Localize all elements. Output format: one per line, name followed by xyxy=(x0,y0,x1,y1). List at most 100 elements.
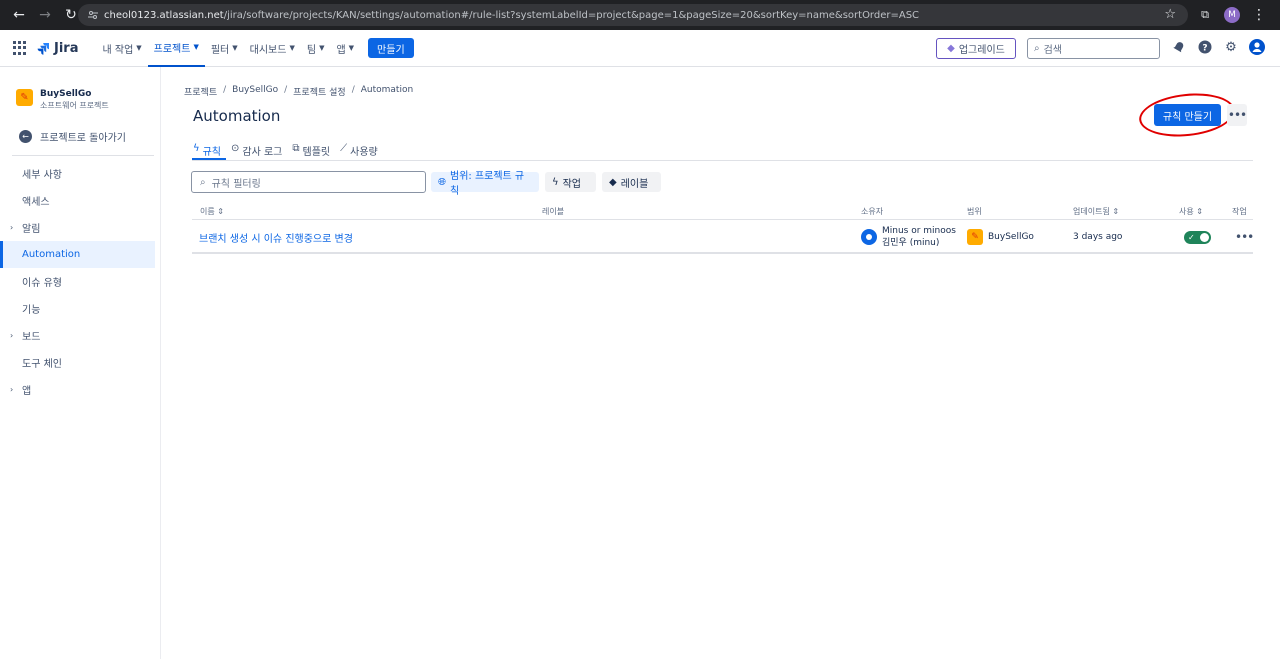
scope-filter-chip[interactable]: 🌐︎ 범위: 프로젝트 규칙 xyxy=(431,171,539,197)
top-navigation: Jira 내 작업 ▼ 프로젝트 ▼ 필터 ▼ 대시보드 ▼ 팀 ▼ 앱 ▼ 만들기 ◆ 업… xyxy=(0,30,1280,67)
upgrade-label: 업그레이드 xyxy=(958,45,1005,56)
nav-apps[interactable]: 앱 ▼ xyxy=(330,30,360,67)
chevron-right-icon[interactable]: › xyxy=(10,331,13,340)
search-input[interactable]: ⌕ 검색 xyxy=(1027,38,1160,59)
filter-placeholder: 규칙 필터링 xyxy=(211,178,261,190)
rule-scope: ✎ BuySellGo xyxy=(967,220,1034,254)
label-filter-chip[interactable]: ◆ 레이블 xyxy=(602,172,661,192)
breadcrumb-project[interactable]: BuySellGo xyxy=(232,85,278,98)
scope-project-name: BuySellGo xyxy=(988,232,1034,242)
header-enabled[interactable]: 사용 ⇕ xyxy=(1179,206,1203,217)
site-info-icon[interactable] xyxy=(88,10,98,20)
nav-apps-label: 앱 xyxy=(336,44,346,56)
tab-label: 규칙 xyxy=(202,147,222,158)
project-name: BuySellGo xyxy=(40,89,92,99)
tag-icon: ◆ xyxy=(609,176,617,188)
sidebar-item-board[interactable]: › 보드 xyxy=(0,322,155,349)
extensions-icon[interactable]: ⧉ xyxy=(1192,2,1218,28)
bookmark-star-icon[interactable]: ☆ xyxy=(1164,7,1176,22)
rules-table: 이름 ⇕ 레이블 소유자 범위 업데이트됨 ⇕ 사용 ⇕ 작업 브랜치 생성 시… xyxy=(192,202,1254,254)
chevron-right-icon[interactable]: › xyxy=(10,223,13,232)
page-title: Automation xyxy=(193,107,281,125)
svg-text:?: ? xyxy=(1202,44,1207,54)
sort-icon: ⇕ xyxy=(1193,207,1203,216)
nav-filters[interactable]: 필터 ▼ xyxy=(205,30,244,67)
rule-name-link[interactable]: 브랜치 생성 시 이슈 진행중으로 변경 xyxy=(199,230,353,245)
sidebar-item-details[interactable]: 세부 사항 xyxy=(0,160,155,187)
nav-my-work[interactable]: 내 작업 ▼ xyxy=(96,30,147,67)
nav-projects[interactable]: 프로젝트 ▼ xyxy=(147,30,205,67)
nav-teams[interactable]: 팀 ▼ xyxy=(301,30,331,67)
back-to-project-label: 프로젝트로 돌아가기 xyxy=(40,133,126,144)
header-updated[interactable]: 업데이트됨 ⇕ xyxy=(1073,206,1119,217)
chevron-down-icon: ▼ xyxy=(232,44,238,52)
sidebar-item-features[interactable]: 기능 xyxy=(0,295,155,322)
sidebar-item-label: 알림 xyxy=(22,224,41,235)
back-arrow-icon[interactable]: ← xyxy=(6,2,32,28)
rule-filter-input[interactable]: ⌕ 규칙 필터링 xyxy=(191,171,426,193)
owner-username: 김민우 (minu) xyxy=(882,238,940,248)
tab-label: 템플릿 xyxy=(302,147,331,158)
nav-teams-label: 팀 xyxy=(306,44,317,56)
sidebar-item-apps[interactable]: › 앱 xyxy=(0,376,155,403)
tab-audit-log[interactable]: ⊙ 감사 로그 xyxy=(230,143,287,160)
back-to-project-link[interactable]: ← 프로젝트로 돌아가기 xyxy=(19,129,126,144)
breadcrumb-project-settings[interactable]: 프로젝트 설정 xyxy=(293,85,346,98)
breadcrumb-projects[interactable]: 프로젝트 xyxy=(184,85,217,98)
tabs-divider xyxy=(192,160,1253,161)
sort-icon: ⇕ xyxy=(214,207,224,216)
nav-dashboards[interactable]: 대시보드 ▼ xyxy=(244,30,301,67)
jira-logo-icon xyxy=(37,42,49,55)
rule-updated: 3 days ago xyxy=(1073,232,1123,242)
sidebar-item-notifications[interactable]: › 알림 xyxy=(0,214,155,241)
row-more-actions-icon[interactable]: ••• xyxy=(1235,230,1254,244)
sidebar-item-issue-types[interactable]: 이슈 유형 xyxy=(0,268,155,295)
gem-icon: ◆ xyxy=(947,43,955,54)
tab-rules[interactable]: ϟ 규칙 xyxy=(192,143,227,160)
create-button[interactable]: 만들기 xyxy=(368,38,414,58)
jira-logo[interactable]: Jira xyxy=(37,41,78,56)
sidebar-item-access[interactable]: 액세스 xyxy=(0,187,155,214)
more-actions-icon[interactable]: ••• xyxy=(1227,104,1247,126)
app-switcher-icon[interactable] xyxy=(13,41,27,55)
check-icon: ✓ xyxy=(1188,232,1195,242)
create-rule-button[interactable]: 규칙 만들기 xyxy=(1154,104,1221,126)
breadcrumb-separator: / xyxy=(284,85,288,95)
nav-dashboards-label: 대시보드 xyxy=(249,44,287,56)
sidebar-item-automation[interactable]: Automation xyxy=(0,241,155,268)
check-circle-icon: ⊙ xyxy=(231,143,240,154)
sidebar-item-label: 액세스 xyxy=(22,197,50,208)
rule-enabled-toggle[interactable]: ✓ xyxy=(1184,230,1211,244)
sidebar-item-label: 기능 xyxy=(22,305,41,316)
search-placeholder: 검색 xyxy=(1043,45,1063,56)
settings-gear-icon[interactable]: ⚙ xyxy=(1223,39,1239,55)
project-header[interactable]: ✎ BuySellGo 소프트웨어 프로젝트 xyxy=(16,89,109,111)
sort-icon: ⇕ xyxy=(1109,207,1120,216)
chart-line-icon: ⟋ xyxy=(340,143,348,154)
tab-usage[interactable]: ⟋ 사용량 xyxy=(339,143,383,160)
user-avatar-icon[interactable] xyxy=(1249,39,1265,55)
label-chip-label: 레이블 xyxy=(620,178,649,190)
chrome-menu-icon[interactable]: ⋮ xyxy=(1246,2,1272,28)
action-filter-chip[interactable]: ϟ 작업 xyxy=(545,172,596,192)
chevron-right-icon[interactable]: › xyxy=(10,385,13,394)
profile-avatar[interactable]: M xyxy=(1224,7,1240,23)
header-updated-label: 업데이트됨 xyxy=(1073,207,1110,216)
nav-projects-label: 프로젝트 xyxy=(153,43,191,55)
sidebar-item-toolchain[interactable]: 도구 체인 xyxy=(0,349,155,376)
forward-arrow-icon[interactable]: → xyxy=(32,2,58,28)
header-name[interactable]: 이름 ⇕ xyxy=(200,206,224,217)
globe-icon: 🌐︎ xyxy=(438,176,446,188)
project-sidebar: ✎ BuySellGo 소프트웨어 프로젝트 ← 프로젝트로 돌아가기 세부 사… xyxy=(0,67,161,659)
user-avatar-icon xyxy=(861,229,877,245)
tab-templates[interactable]: ⧉ 템플릿 xyxy=(291,143,335,160)
help-icon[interactable]: ? xyxy=(1197,39,1213,55)
tab-label: 사용량 xyxy=(350,147,378,158)
address-bar[interactable]: cheol0123.atlassian.net/jira/software/pr… xyxy=(78,4,1188,26)
upgrade-button[interactable]: ◆ 업그레이드 xyxy=(936,38,1016,59)
nav-filters-label: 필터 xyxy=(210,44,230,56)
lightning-icon: ϟ xyxy=(552,176,559,188)
project-type: 소프트웨어 프로젝트 xyxy=(40,101,109,110)
notifications-icon[interactable] xyxy=(1171,39,1187,55)
chevron-down-icon: ▼ xyxy=(348,44,355,52)
